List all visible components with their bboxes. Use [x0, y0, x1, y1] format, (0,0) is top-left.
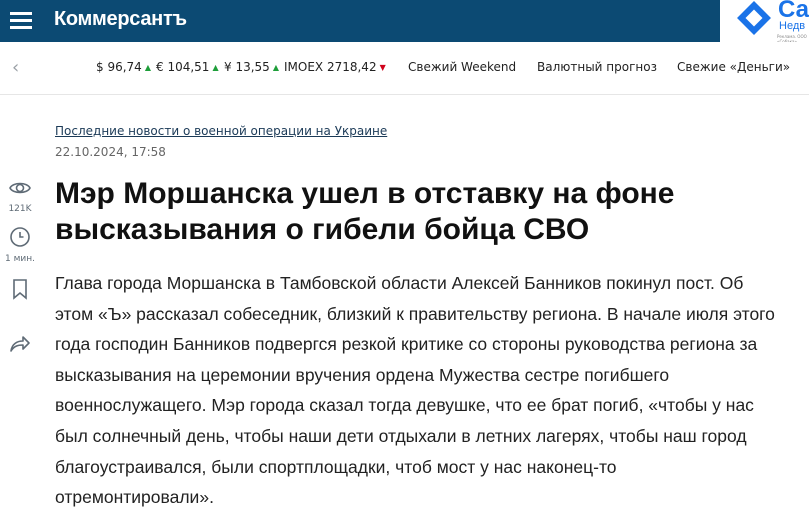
arrow-up-icon: ▲: [144, 63, 151, 72]
promo-subtitle: Недв: [779, 20, 806, 32]
article-date: 22.10.2024, 17:58: [55, 145, 166, 159]
article-title: Мэр Моршанска ушел в отставку на фоне вы…: [55, 177, 675, 246]
article-body: Глава города Моршанска в Тамбовской обла…: [55, 273, 775, 508]
link-currency-forecast[interactable]: Валютный прогноз: [537, 60, 657, 74]
eye-icon: [9, 182, 31, 194]
quote-imoex[interactable]: IMOEX 2718,42 ▼: [284, 60, 386, 74]
promo-banner[interactable]: Са Недв Реклама. ООО «Собака»: [720, 0, 809, 42]
link-weekend[interactable]: Свежий Weekend: [408, 60, 516, 74]
views-count: 121K: [8, 204, 32, 214]
menu-icon[interactable]: [10, 9, 32, 31]
quote-label: ¥ 13,55: [224, 60, 270, 74]
bookmark-icon[interactable]: [8, 277, 32, 301]
quote-cny[interactable]: ¥ 13,55 ▲: [224, 60, 279, 74]
quote-label: $ 96,74: [96, 60, 142, 74]
promo-logo-icon: [737, 1, 771, 35]
site-logo[interactable]: Коммерсантъ: [54, 8, 187, 31]
chevron-left-icon[interactable]: ‹: [12, 58, 28, 78]
quote-usd[interactable]: $ 96,74 ▲: [96, 60, 151, 74]
arrow-down-icon: ▼: [379, 63, 386, 72]
read-time: 1 мин.: [5, 254, 35, 264]
share-icon[interactable]: [8, 332, 32, 356]
top-bar: Коммерсантъ Са Недв Реклама. ООО «Собака…: [0, 0, 809, 42]
arrow-up-icon: ▲: [212, 63, 219, 72]
arrow-up-icon: ▲: [272, 63, 279, 72]
promo-fine-print: Реклама. ООО «Собака»: [777, 34, 807, 42]
ticker-bar: ‹ $ 96,74 ▲ € 104,51 ▲ ¥ 13,55 ▲ IMOEX 2718…: [0, 42, 809, 95]
clock-icon: [10, 227, 30, 247]
article-rubric[interactable]: Последние новости о военной операции на …: [55, 124, 387, 138]
quote-eur[interactable]: € 104,51 ▲: [156, 60, 219, 74]
link-dengi[interactable]: Свежие «Деньги»: [677, 60, 790, 74]
quote-label: IMOEX 2718,42: [284, 60, 377, 74]
quote-label: € 104,51: [156, 60, 210, 74]
